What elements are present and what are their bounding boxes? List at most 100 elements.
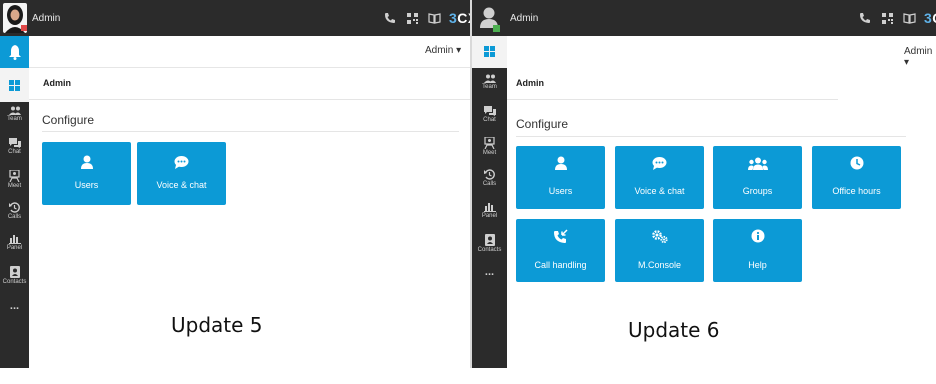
tile-label: Voice & chat [634, 186, 685, 196]
sidebar-item-more[interactable]: ... [0, 300, 29, 312]
office-hours-tile[interactable]: Office hours [812, 146, 901, 209]
3cx-logo: 3CX [449, 10, 470, 26]
voice-chat-tile[interactable]: Voice & chat [137, 142, 226, 205]
sidebar-item-team[interactable]: Team [472, 74, 507, 90]
sidebar-item-meet[interactable]: Meet [472, 137, 507, 156]
header-row: Admin ▾ [29, 36, 470, 68]
top-bar: Admin 3CX [0, 0, 470, 36]
tile-label: Help [748, 260, 767, 270]
more-icon: ... [484, 266, 495, 278]
phone-icon[interactable] [383, 11, 397, 25]
tile-label: Call handling [534, 260, 587, 270]
avatar[interactable] [3, 3, 27, 33]
caption-label: Update 5 [171, 313, 263, 337]
sidebar-item-notifications[interactable] [0, 36, 29, 68]
chat-bubble-icon [652, 157, 667, 170]
windows-icon [484, 46, 495, 57]
section-divider [42, 131, 459, 132]
calls-icon [484, 169, 495, 180]
chat-icon [483, 106, 496, 116]
tile-label: Groups [742, 186, 773, 196]
panel-icon [483, 203, 496, 212]
window-title: Admin [510, 13, 539, 24]
sidebar-item-label: Meet [482, 150, 497, 156]
tile-label: Users [548, 186, 573, 196]
contacts-icon [9, 266, 20, 278]
sidebar-item-meet[interactable]: Meet [0, 170, 29, 189]
sidebar-item-label: Panel [481, 213, 498, 219]
users-tile[interactable]: Users [42, 142, 131, 205]
tile-label: Users [74, 180, 99, 190]
call-handling-tile[interactable]: Call handling [516, 219, 605, 282]
m-console-tile[interactable]: M.Console [615, 219, 704, 282]
sidebar-item-team[interactable]: Team [0, 106, 29, 122]
team-icon [483, 74, 496, 83]
chat-bubble-icon [174, 156, 189, 169]
calls-icon [9, 202, 20, 213]
book-icon[interactable] [902, 11, 916, 25]
call-forward-icon [553, 229, 568, 243]
tile-label: M.Console [637, 260, 682, 270]
groups-icon [747, 157, 768, 170]
tile-label: Voice & chat [156, 180, 207, 190]
chat-icon [8, 138, 21, 148]
top-bar: Admin 3C [472, 0, 936, 36]
users-tile[interactable]: Users [516, 146, 605, 209]
sidebar-item-contacts[interactable]: Contacts [472, 234, 507, 253]
page-title: Configure [42, 113, 95, 127]
presence-badge [21, 25, 27, 31]
qr-code-icon[interactable] [880, 11, 894, 25]
qr-code-icon[interactable] [405, 11, 419, 25]
sidebar-item-label: Team [7, 116, 22, 122]
team-icon [8, 106, 21, 115]
user-icon [554, 156, 567, 170]
sidebar-item-calls[interactable]: Calls [472, 169, 507, 187]
sidebar-item-chat[interactable]: Chat [472, 106, 507, 123]
breadcrumb: Admin [516, 78, 544, 88]
caption-label: Update 6 [628, 318, 720, 342]
left-screenshot-panel: Admin 3CX Team Chat [0, 0, 470, 368]
sidebar-item-label: Contacts [2, 279, 27, 285]
phone-icon[interactable] [858, 11, 872, 25]
sidebar-item-admin[interactable] [0, 68, 29, 102]
admin-dropdown[interactable]: Admin ▾ [425, 45, 461, 56]
sidebar-item-label: Chat [483, 117, 496, 123]
sidebar-item-panel[interactable]: Panel [472, 202, 507, 219]
sidebar-item-calls[interactable]: Calls [0, 202, 29, 220]
panel-icon [8, 235, 21, 244]
presence-badge [493, 25, 500, 32]
avatar[interactable] [478, 6, 500, 32]
sidebar-item-label: Calls [7, 214, 22, 220]
sidebar-item-label: Contacts [477, 247, 502, 253]
sidebar-item-label: Meet [7, 183, 22, 189]
cogs-icon [651, 230, 668, 244]
breadcrumb-divider [507, 99, 838, 100]
sidebar-item-label: Team [482, 84, 497, 90]
sidebar-item-admin[interactable] [472, 36, 507, 68]
groups-tile[interactable]: Groups [713, 146, 802, 209]
sidebar: Team Chat Meet Calls Panel Contacts ... [0, 36, 29, 368]
bell-icon [8, 45, 21, 60]
meet-icon [9, 170, 20, 182]
admin-dropdown[interactable]: Admin ▾ [904, 46, 936, 68]
sidebar-item-more[interactable]: ... [472, 266, 507, 278]
section-divider [516, 136, 906, 137]
book-icon[interactable] [427, 11, 441, 25]
sidebar-item-panel[interactable]: Panel [0, 234, 29, 251]
sidebar-item-chat[interactable]: Chat [0, 138, 29, 155]
right-screenshot-panel: Admin 3C Team Chat Meet [472, 0, 936, 368]
3cx-logo: 3C [924, 10, 936, 26]
page-title: Configure [516, 117, 569, 131]
breadcrumb-divider [29, 99, 470, 100]
sidebar-item-label: Calls [482, 181, 497, 187]
sidebar: Team Chat Meet Calls Panel Contacts ... [472, 36, 507, 368]
meet-icon [484, 137, 495, 149]
breadcrumb: Admin [43, 78, 71, 88]
voice-chat-tile[interactable]: Voice & chat [615, 146, 704, 209]
header-row: Admin ▾ [507, 36, 936, 68]
more-icon: ... [9, 300, 20, 312]
clock-icon [850, 156, 863, 170]
help-tile[interactable]: Help [713, 219, 802, 282]
sidebar-item-contacts[interactable]: Contacts [0, 266, 29, 285]
sidebar-item-label: Panel [6, 245, 23, 251]
